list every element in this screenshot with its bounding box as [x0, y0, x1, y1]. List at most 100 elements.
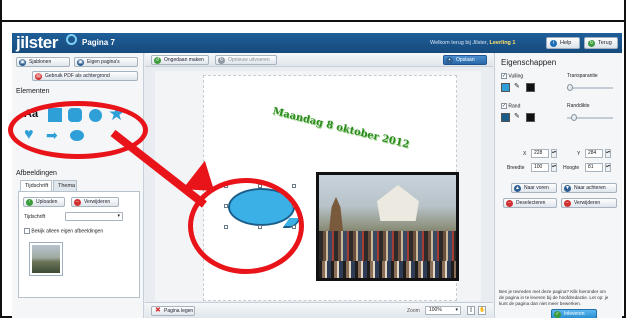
- border-black-swatch[interactable]: [526, 113, 535, 122]
- send-backward-label: Naar achteren: [574, 185, 606, 191]
- jilster-logo: jilster: [16, 33, 58, 52]
- height-stepper[interactable]: ▴▾: [605, 163, 611, 172]
- pages-icon: ▣: [77, 59, 84, 66]
- delete-element-button[interactable]: − Verwijderen: [561, 198, 617, 208]
- magazine-select[interactable]: ▾: [65, 212, 123, 221]
- border-width-slider-knob[interactable]: [571, 114, 577, 121]
- user-name: Leerling 1: [489, 40, 516, 46]
- redo-button[interactable]: ↻ Opnieuw uitvoeren: [215, 55, 277, 65]
- width-label: Breedte: [507, 165, 525, 171]
- logo-swirl-icon: [66, 34, 77, 45]
- image-thumbnail[interactable]: [29, 242, 63, 276]
- fill-checkbox[interactable]: ✓: [501, 73, 507, 79]
- border-eyedropper-icon[interactable]: ✎: [514, 112, 520, 120]
- remove-image-label: Verwijderen: [84, 199, 111, 205]
- transparency-slider-knob[interactable]: [567, 84, 573, 91]
- group-photo[interactable]: [316, 172, 459, 281]
- help-label: Help: [560, 40, 572, 46]
- upload-label: Uploaden: [36, 199, 58, 205]
- border-checkbox[interactable]: ✓: [501, 103, 507, 109]
- elements-heading: Elementen: [16, 88, 50, 95]
- hand-icon[interactable]: ✋: [478, 306, 486, 315]
- x-stepper[interactable]: ▴▾: [551, 149, 557, 158]
- left-panel: ▣ Sjablonen ▣ Eigen pagina's ▤ Gebruik P…: [12, 53, 144, 318]
- templates-button[interactable]: ▣ Sjablonen: [16, 57, 70, 67]
- back-label: Terug: [598, 40, 612, 46]
- images-heading: Afbeeldingen: [16, 170, 57, 177]
- save-button[interactable]: ▪ Opslaan: [443, 55, 487, 65]
- y-input[interactable]: 284: [585, 149, 603, 158]
- properties-panel: Eigenschappen ✓ Vulling Transparantie ✎ …: [494, 53, 622, 318]
- y-stepper[interactable]: ▴▾: [605, 149, 611, 158]
- submit-info-text: Ben je tevreden met deze pagina? Klik hi…: [499, 289, 609, 306]
- welcome-text: Welkom terug bij Jilster, Leerling 1: [430, 40, 516, 46]
- date-heading[interactable]: Maandag 8 oktober 2012: [271, 106, 410, 151]
- transparency-label: Transparantie: [567, 73, 598, 79]
- bring-forward-button[interactable]: ▲ Naar voren: [511, 183, 557, 193]
- remove-image-button[interactable]: − Verwijderen: [71, 197, 119, 207]
- fill-label: Vulling: [508, 73, 524, 80]
- help-button[interactable]: i Help: [546, 37, 580, 49]
- properties-title: Eigenschappen: [501, 58, 557, 67]
- delete-icon: −: [564, 200, 571, 207]
- submit-label: Inleveren: [564, 311, 585, 317]
- tab-thema[interactable]: Thema: [53, 180, 77, 191]
- bring-forward-label: Naar voren: [524, 185, 549, 191]
- template-icon: ▣: [19, 59, 26, 66]
- own-pages-button[interactable]: ▣ Eigen pagina's: [74, 57, 138, 67]
- redo-label: Opnieuw uitvoeren: [228, 57, 270, 63]
- save-icon: ▪: [446, 57, 453, 64]
- undo-label: Ongedaan maken: [164, 57, 204, 63]
- tab-tijdschrift[interactable]: Tijdschrift: [20, 180, 52, 191]
- fill-option: ✓ Vulling: [501, 73, 523, 79]
- own-images-option: Bekijk alleen eigen afbeeldingen: [24, 228, 103, 234]
- deselect-icon: −: [506, 200, 513, 207]
- layer-up-icon: ▲: [514, 185, 521, 192]
- deselect-button[interactable]: − Deselecteren: [503, 198, 557, 208]
- pdf-background-label: Gebruik PDF als achtergrond: [45, 73, 110, 79]
- upload-button[interactable]: ↑ Uploaden: [23, 197, 65, 207]
- x-input[interactable]: 228: [531, 149, 549, 158]
- group-photo-thumb: [32, 245, 60, 273]
- width-stepper[interactable]: ▴▾: [551, 163, 557, 172]
- images-tab-panel: ↑ Uploaden − Verwijderen Tijdschrift ▾ B…: [18, 191, 140, 298]
- check-icon: ✓: [554, 311, 561, 318]
- zoom-select[interactable]: 100% ▾: [425, 306, 461, 315]
- info-icon: i: [550, 40, 557, 47]
- resize-handle-ne[interactable]: [292, 184, 296, 188]
- canvas-toolbar: ↺ Ongedaan maken ↻ Opnieuw uitvoeren ▪ O…: [145, 53, 493, 67]
- back-button[interactable]: ↻ Terug: [584, 37, 618, 49]
- undo-button[interactable]: ↺ Ongedaan maken: [151, 55, 209, 65]
- border-width-slider[interactable]: [567, 114, 613, 121]
- width-input[interactable]: 100: [531, 163, 549, 172]
- height-label: Hoogte: [563, 165, 580, 171]
- save-label: Opslaan: [456, 57, 475, 63]
- height-input[interactable]: 81: [585, 163, 603, 172]
- refresh-icon: ↻: [588, 40, 595, 47]
- send-backward-button[interactable]: ▼ Naar achteren: [561, 183, 617, 193]
- eyedropper-icon[interactable]: ✎: [514, 82, 520, 90]
- pdf-background-button[interactable]: ▤ Gebruik PDF als achtergrond: [32, 71, 138, 81]
- fill-color-swatch[interactable]: [501, 83, 510, 92]
- clear-page-button[interactable]: ✖ Pagina legen: [151, 306, 195, 316]
- own-images-checkbox[interactable]: [24, 228, 30, 234]
- annotation-circle-elements: [8, 101, 148, 159]
- remove-icon: −: [74, 199, 81, 206]
- annotation-circle-bubble: [188, 178, 304, 274]
- transparency-slider[interactable]: [567, 84, 613, 91]
- fill-black-swatch[interactable]: [526, 83, 535, 92]
- border-width-label: Randdikte: [567, 103, 590, 109]
- deselect-label: Deselecteren: [516, 200, 546, 206]
- own-images-label: Bekijk alleen eigen afbeeldingen: [31, 228, 104, 235]
- page-title: Pagina 7: [82, 38, 115, 47]
- delete-element-label: Verwijderen: [574, 200, 601, 206]
- border-color-swatch[interactable]: [501, 113, 510, 122]
- page-view-icon[interactable]: ▯: [467, 306, 475, 315]
- clear-page-label: Pagina legen: [164, 308, 194, 314]
- undo-icon: ↺: [154, 57, 161, 64]
- submit-button[interactable]: ✓ Inleveren: [551, 309, 597, 318]
- border-option: ✓ Rand: [501, 103, 520, 109]
- chevron-down-icon: ▾: [455, 307, 458, 313]
- gazebo-roof: [377, 185, 419, 221]
- pdf-icon: ▤: [35, 73, 42, 80]
